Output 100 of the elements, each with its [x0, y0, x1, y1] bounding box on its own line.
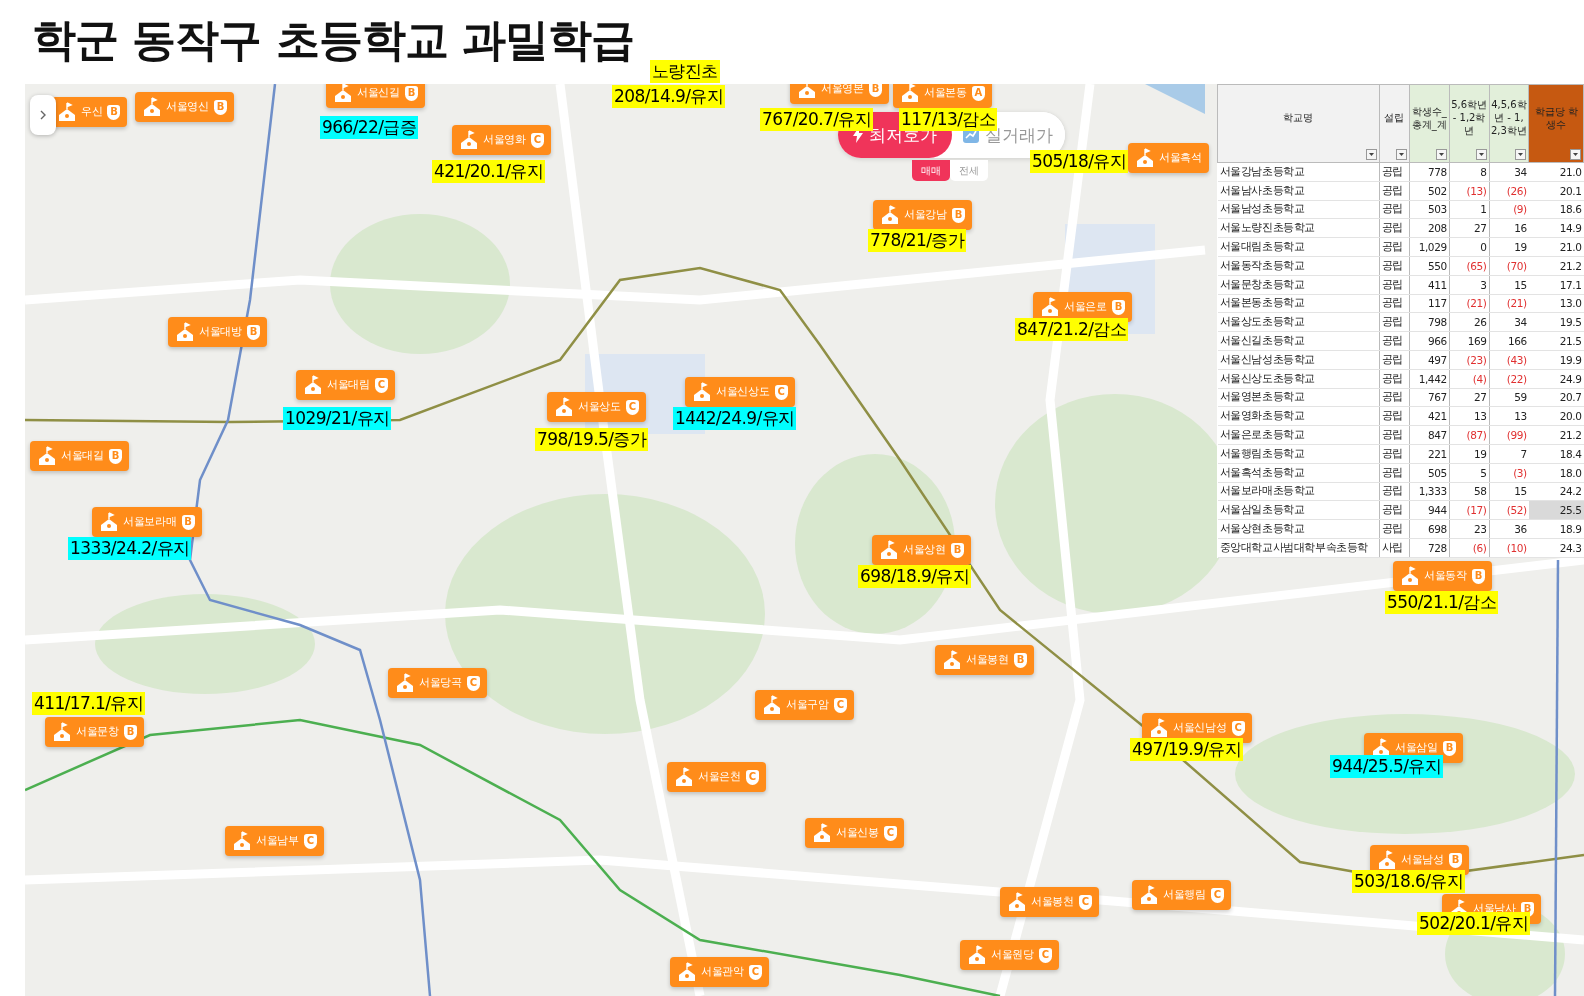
school-icon	[304, 375, 322, 395]
school-pin[interactable]: 서울신길 B	[326, 84, 425, 108]
number-cell: (70)	[1489, 256, 1529, 276]
number-cell: 21.0	[1528, 162, 1584, 182]
caret-down-icon	[1573, 153, 1578, 156]
stat-label: 778/21/증가	[868, 229, 967, 252]
school-pin[interactable]: 서울상도 C	[547, 392, 646, 422]
type-cell: 공립	[1379, 218, 1410, 238]
school-pin[interactable]: 서울봉현 B	[935, 645, 1034, 675]
school-icon	[460, 130, 478, 150]
school-name-cell: 서울동작초등학교	[1217, 256, 1380, 276]
caret-down-icon	[1368, 153, 1374, 156]
filter-dropdown-button[interactable]	[1570, 149, 1581, 160]
school-name-cell: 서울삼일초등학교	[1217, 500, 1380, 520]
school-name-cell: 서울영화초등학교	[1217, 406, 1380, 426]
school-icon	[1378, 850, 1396, 870]
number-cell: 944	[1409, 500, 1450, 520]
number-cell: 117	[1409, 294, 1450, 313]
school-pin[interactable]: 서울동작 B	[1393, 561, 1492, 591]
school-pin[interactable]: 서울행림 C	[1132, 880, 1231, 910]
number-cell: 21.2	[1528, 425, 1584, 445]
school-pin[interactable]: 서울대림 C	[296, 370, 395, 400]
column-header: 학급당 학생수	[1534, 105, 1578, 130]
stat-label: 505/18/유지	[1030, 150, 1129, 173]
school-pin[interactable]: 서울본동 A	[893, 84, 992, 108]
stat-label: 1333/24.2/유지	[68, 537, 192, 560]
number-cell: 505	[1409, 463, 1450, 483]
school-icon	[100, 512, 118, 532]
school-icon	[968, 945, 986, 965]
school-icon	[1136, 148, 1154, 168]
type-cell: 사립	[1379, 538, 1410, 558]
filter-dropdown-button[interactable]	[1435, 149, 1447, 160]
school-icon	[693, 382, 711, 402]
school-pin[interactable]: 서울신봉 C	[805, 818, 904, 848]
deal-type-tab[interactable]: 매매	[912, 160, 950, 181]
school-pin[interactable]: 서울관악 C	[670, 957, 769, 987]
number-cell: 34	[1489, 312, 1529, 332]
school-pin[interactable]: 서울대길 B	[30, 441, 129, 471]
school-name-cell: 서울신상도초등학교	[1217, 369, 1380, 389]
number-cell: 20.0	[1528, 406, 1584, 426]
grade-badge: B	[246, 324, 260, 340]
stat-label: 698/18.9/유지	[858, 565, 972, 588]
school-icon	[901, 84, 919, 103]
school-pin[interactable]: 서울신상도 C	[685, 377, 795, 407]
school-pin[interactable]: 서울영화 C	[452, 125, 551, 155]
filter-dropdown-button[interactable]	[1395, 149, 1407, 160]
stat-label: 497/19.9/유지	[1130, 738, 1244, 761]
number-cell: 20.1	[1528, 181, 1584, 201]
school-pin[interactable]: 서울원당 C	[960, 940, 1059, 970]
school-pin[interactable]: 서울상현 B	[872, 535, 971, 565]
school-pin[interactable]: 서울봉천 C	[1000, 887, 1099, 917]
type-cell: 공립	[1379, 256, 1410, 276]
school-icon	[1041, 297, 1059, 317]
school-name-cell: 서울보라매초등학교	[1217, 482, 1380, 501]
type-cell: 공립	[1379, 463, 1410, 483]
stat-label: 208/14.9/유지	[612, 85, 726, 108]
school-name-cell: 서울남성초등학교	[1217, 200, 1380, 219]
grade-badge: B	[404, 85, 418, 101]
school-name-cell: 서울상도초등학교	[1217, 312, 1380, 332]
school-pin[interactable]: 서울당곡 C	[388, 668, 487, 698]
school-pin[interactable]: 서울흑석	[1128, 143, 1209, 173]
school-pin[interactable]: 서울은천 C	[667, 762, 766, 792]
number-cell: (22)	[1489, 369, 1529, 389]
type-cell: 공립	[1379, 312, 1410, 332]
school-icon	[881, 205, 899, 225]
stat-label: 503/18.6/유지	[1352, 870, 1466, 893]
school-pin[interactable]: 서울영본 B	[790, 84, 889, 104]
school-pin[interactable]: 서울강남 B	[873, 200, 972, 230]
number-cell: 13.0	[1528, 294, 1584, 313]
school-pin[interactable]: 서울문창 B	[45, 717, 144, 747]
school-pin[interactable]: 서울대방 B	[168, 317, 267, 347]
number-cell: 14.9	[1528, 218, 1584, 238]
grade-badge: C	[1038, 947, 1052, 963]
number-cell: (10)	[1489, 538, 1529, 558]
number-cell: 16	[1489, 218, 1529, 238]
type-cell: 공립	[1379, 369, 1410, 389]
school-pin[interactable]: 서울남부 C	[225, 826, 324, 856]
number-cell: 27	[1449, 218, 1489, 238]
school-name-cell: 서울흑석초등학교	[1217, 463, 1380, 483]
grade-badge: B	[951, 207, 965, 223]
grade-badge: C	[774, 384, 788, 400]
grade-badge: C	[883, 825, 897, 841]
caret-down-icon	[1398, 153, 1404, 156]
number-cell: 5	[1449, 463, 1489, 483]
stat-label: 1029/21/유지	[283, 407, 392, 430]
number-cell: 728	[1409, 538, 1450, 558]
school-pin[interactable]: 서울영신 B	[135, 92, 234, 122]
grade-badge: B	[108, 448, 122, 464]
filter-dropdown-button[interactable]	[1515, 149, 1527, 160]
number-cell: 798	[1409, 312, 1450, 332]
number-cell: 15	[1489, 482, 1529, 501]
school-pin[interactable]: 서울보라매 B	[92, 507, 202, 537]
deal-type-tab[interactable]: 전세	[950, 160, 988, 181]
school-name-cell: 서울행림초등학교	[1217, 444, 1380, 464]
school-icon	[763, 695, 781, 715]
number-cell: 19	[1449, 444, 1489, 464]
school-pin[interactable]: 서울구암 C	[755, 690, 854, 720]
filter-dropdown-button[interactable]	[1365, 149, 1377, 160]
number-cell: 18.6	[1528, 200, 1584, 219]
filter-dropdown-button[interactable]	[1475, 149, 1487, 160]
